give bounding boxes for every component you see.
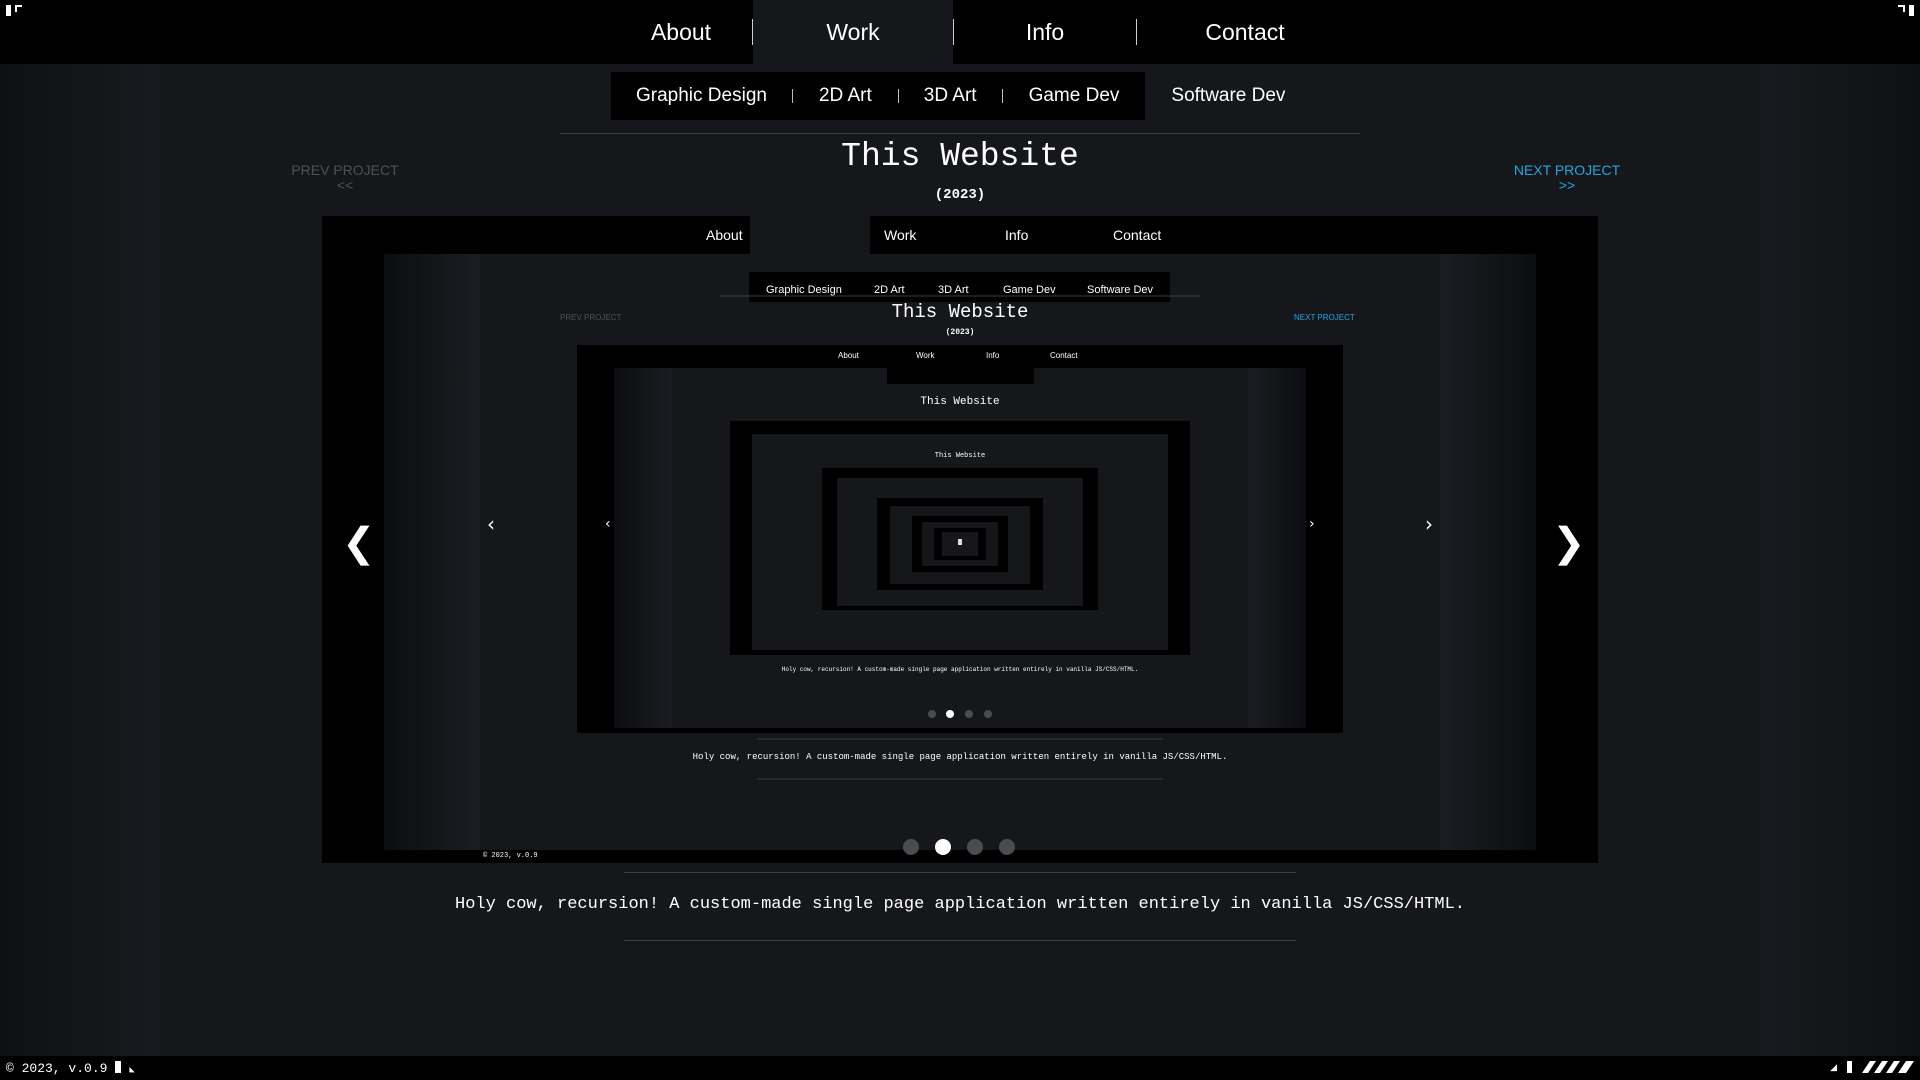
svg-text:(2023): (2023)	[946, 328, 975, 337]
next-project-arrows: >>	[1558, 177, 1576, 193]
logo-mark-icon	[1862, 1061, 1914, 1073]
footer-copyright: © 2023, v.0.9 ◣	[6, 1061, 135, 1076]
svg-text:›: ›	[1425, 512, 1433, 536]
subnav-item-software-dev[interactable]: Software Dev	[1145, 72, 1310, 120]
svg-text:›: ›	[1309, 516, 1315, 532]
svg-text:Graphic Design: Graphic Design	[766, 284, 842, 296]
gallery-dot-4[interactable]	[999, 839, 1015, 855]
svg-text:Work: Work	[916, 351, 936, 360]
svg-text:PREV PROJECT: PREV PROJECT	[560, 313, 621, 322]
nav-item-contact[interactable]: Contact	[1137, 0, 1353, 64]
svg-text:This Website: This Website	[920, 396, 999, 408]
svg-text:This Website: This Website	[935, 452, 985, 460]
svg-text:2D Art: 2D Art	[874, 284, 905, 296]
nav-item-about[interactable]: About	[610, 0, 752, 64]
footer-bar: © 2023, v.0.9 ◣ ◢	[0, 1056, 1920, 1080]
svg-text:‹: ‹	[487, 512, 495, 536]
subnav-item-2d-art[interactable]: 2D Art	[793, 72, 898, 120]
cursor-block-icon	[115, 1061, 122, 1073]
svg-text:3D Art: 3D Art	[938, 284, 969, 296]
site-logo[interactable]: ◢	[1830, 1061, 1914, 1073]
top-navigation-bar: About Work Info Contact	[0, 0, 1920, 64]
svg-text:Software Dev: Software Dev	[1087, 284, 1154, 296]
svg-text:NEXT PROJECT: NEXT PROJECT	[1294, 313, 1355, 322]
next-project-label: NEXT PROJECT	[1513, 162, 1621, 178]
gallery-dot-3[interactable]	[967, 839, 983, 855]
gallery-dot-2[interactable]	[935, 839, 951, 855]
prev-project-label: PREV PROJECT	[291, 162, 399, 178]
nav-item-info[interactable]: Info	[954, 0, 1136, 64]
main-nav: About Work Info Contact	[610, 0, 1353, 64]
caption-divider-top	[624, 872, 1296, 873]
prev-project-link[interactable]: PREV PROJECT <<	[266, 163, 424, 193]
svg-text:Contact: Contact	[1050, 351, 1078, 360]
svg-text:This Website: This Website	[892, 301, 1029, 323]
corner-bracket-top-left-icon	[6, 5, 22, 23]
gallery-next-arrow-icon[interactable]: ❯	[1552, 508, 1586, 578]
svg-text:Game Dev: Game Dev	[1003, 284, 1056, 296]
svg-text:About: About	[838, 351, 860, 360]
corner-arrow-icon: ◣	[129, 1065, 135, 1075]
corner-bracket-top-right-icon	[1898, 5, 1914, 23]
svg-text:Info: Info	[1005, 227, 1029, 243]
svg-text:About: About	[706, 227, 743, 243]
svg-text:Holy cow, recursion! A custom-: Holy cow, recursion! A custom-made singl…	[693, 752, 1228, 762]
corner-arrow-icon: ◢	[1830, 1061, 1837, 1072]
subnav-item-3d-art[interactable]: 3D Art	[899, 72, 1002, 120]
copyright-text: © 2023, v.0.9	[6, 1061, 108, 1076]
svg-text:Holy cow, recursion! A custom-: Holy cow, recursion! A custom-made singl…	[782, 666, 1138, 673]
project-image-gallery: About Work Info Contact Graphic Design 2…	[322, 216, 1598, 863]
next-project-link[interactable]: NEXT PROJECT >>	[1488, 163, 1646, 193]
svg-text:Work: Work	[884, 227, 917, 243]
svg-text:‹: ‹	[605, 516, 611, 532]
gallery-pagination	[903, 839, 1031, 855]
subnav-box: Graphic Design 2D Art 3D Art Game Dev	[611, 72, 1146, 120]
gallery-dot-1[interactable]	[903, 839, 919, 855]
work-category-subnav: Graphic Design 2D Art 3D Art Game Dev So…	[611, 72, 1310, 120]
svg-text:© 2023, v.0.9: © 2023, v.0.9	[483, 851, 538, 860]
nav-item-work[interactable]: Work	[753, 0, 953, 64]
svg-text:Contact: Contact	[1113, 227, 1161, 243]
svg-text:Info: Info	[986, 351, 1000, 360]
caption-divider-bottom	[624, 940, 1296, 941]
title-divider-top	[560, 133, 1360, 134]
subnav-item-graphic-design[interactable]: Graphic Design	[611, 72, 792, 120]
recursive-screenshot-image: About Work Info Contact Graphic Design 2…	[384, 216, 1536, 860]
bar-icon	[1847, 1061, 1852, 1073]
prev-project-arrows: <<	[336, 177, 354, 193]
gallery-prev-arrow-icon[interactable]: ❮	[342, 508, 376, 578]
project-caption: Holy cow, recursion! A custom-made singl…	[455, 895, 1465, 914]
subnav-item-game-dev[interactable]: Game Dev	[1003, 72, 1146, 120]
